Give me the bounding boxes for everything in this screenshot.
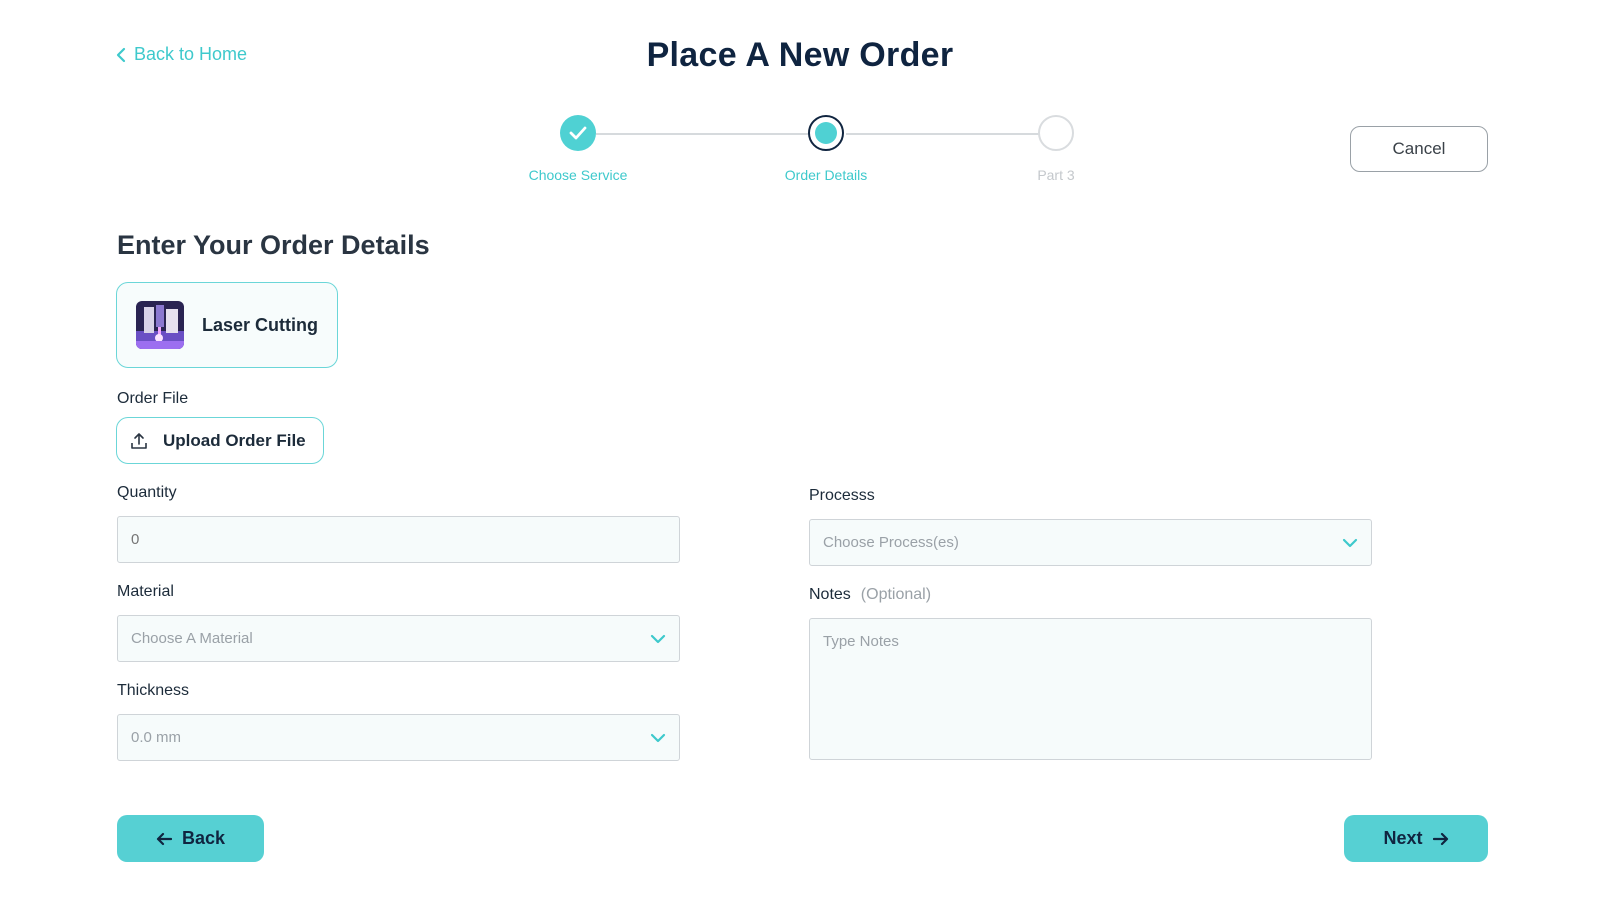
- laser-cutting-thumbnail: [136, 301, 184, 349]
- step-1-label: Choose Service: [528, 167, 628, 183]
- process-label: Processs: [809, 487, 875, 504]
- order-file-label: Order File: [117, 390, 189, 407]
- material-placeholder: Choose A Material: [131, 630, 253, 647]
- service-name: Laser Cutting: [202, 314, 319, 335]
- step-3-label: Part 3: [1037, 167, 1075, 183]
- check-icon: [569, 126, 587, 140]
- thickness-select[interactable]: 0.0 mm: [117, 714, 680, 761]
- thickness-value: 0.0 mm: [131, 729, 182, 746]
- notes-optional-hint: (Optional): [860, 586, 932, 603]
- quantity-label: Quantity: [117, 484, 177, 501]
- arrow-right-icon: [1432, 832, 1448, 845]
- material-label: Material: [117, 583, 174, 600]
- quantity-input[interactable]: [117, 516, 680, 563]
- step-2-indicator: [808, 115, 844, 151]
- notes-textarea[interactable]: Type Notes: [809, 618, 1372, 760]
- next-button[interactable]: Next: [1344, 815, 1488, 862]
- page-title: Place A New Order: [646, 36, 954, 74]
- process-select[interactable]: Choose Process(es): [809, 519, 1372, 566]
- notes-placeholder: Type Notes: [823, 633, 899, 650]
- upload-order-file-button[interactable]: Upload Order File: [116, 417, 324, 464]
- thickness-label: Thickness: [117, 682, 190, 699]
- step-1-indicator: [560, 115, 596, 151]
- arrow-left-icon: [156, 832, 172, 845]
- notes-label: Notes (Optional): [809, 586, 931, 604]
- step-2-label: Order Details: [784, 167, 868, 183]
- section-title: Enter Your Order Details: [117, 230, 430, 260]
- stepper-line-1: [596, 133, 810, 135]
- step-3-indicator: [1038, 115, 1074, 151]
- upload-icon: [131, 432, 147, 449]
- chevron-down-icon: [650, 733, 666, 742]
- process-placeholder: Choose Process(es): [823, 534, 959, 551]
- selected-service-card: Laser Cutting: [116, 282, 338, 368]
- notes-label-text: Notes: [809, 586, 851, 603]
- active-step-dot: [815, 122, 837, 144]
- back-button-label: Back: [181, 828, 226, 848]
- upload-order-file-label: Upload Order File: [163, 430, 306, 450]
- back-button[interactable]: Back: [117, 815, 264, 862]
- chevron-down-icon: [1342, 538, 1358, 547]
- material-select[interactable]: Choose A Material: [117, 615, 680, 662]
- chevron-down-icon: [650, 634, 666, 643]
- next-button-label: Next: [1383, 828, 1423, 848]
- cancel-button[interactable]: Cancel: [1350, 126, 1488, 172]
- stepper-line-2: [846, 133, 1042, 135]
